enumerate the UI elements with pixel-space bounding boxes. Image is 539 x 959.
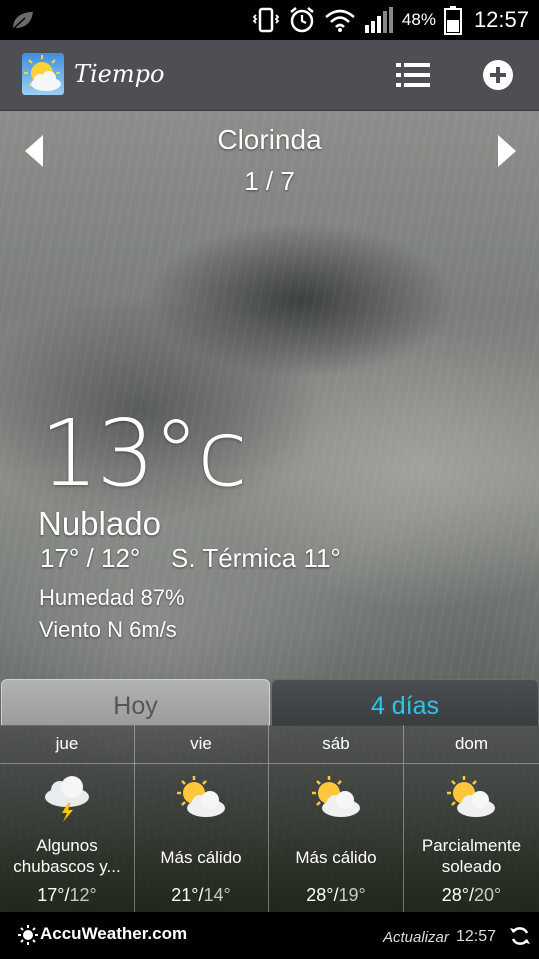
partly-sunny-icon: [447, 776, 495, 817]
thunderstorm-cloud-icon: [45, 776, 89, 822]
signal-icon: [364, 7, 393, 33]
current-condition: Nublado: [38, 505, 161, 542]
feels-like: S. Térmica 11°: [171, 543, 341, 573]
current-temperature: 13°c: [40, 400, 248, 507]
forecast-day[interactable]: dom Parcialmente soleado 28°/20°: [404, 725, 539, 912]
status-time: 12:57: [473, 7, 529, 32]
forecast-day-name: sáb: [269, 725, 403, 764]
app-sun-cloud-icon[interactable]: [22, 53, 64, 95]
battery-percent: 48%: [401, 10, 436, 29]
add-icon[interactable]: [482, 59, 514, 91]
city-name: Clorinda: [217, 124, 322, 155]
footer-bar: AccuWeather.com Actualizar 12:57: [0, 912, 539, 959]
accuweather-logo[interactable]: AccuWeather.com: [40, 924, 187, 944]
status-bar: 48% 12:57: [0, 0, 539, 40]
forecast-description: Más cálido: [160, 848, 242, 867]
leaf-icon: [12, 12, 33, 30]
forecast-temps: 28°/20°: [441, 885, 502, 905]
forecast-description: Algunos chubascos y...: [13, 836, 121, 876]
vibrate-icon: [252, 7, 280, 33]
accuweather-sun-icon: [18, 925, 38, 945]
current-minmax: 17° / 12°: [40, 543, 141, 573]
partly-sunny-icon: [312, 776, 360, 817]
forecast-description: Más cálido: [295, 848, 377, 867]
forecast-day-name: jue: [0, 725, 134, 764]
forecast-day[interactable]: sáb Más cálido 28°/19°: [269, 725, 404, 912]
tab-today[interactable]: Hoy: [1, 679, 270, 726]
forecast-day[interactable]: jue Algunos chubascos y... 17°/12°: [0, 725, 135, 912]
action-bar: Tiempo: [0, 40, 539, 111]
refresh-icon[interactable]: [509, 925, 531, 947]
battery-icon: [443, 6, 462, 35]
forecast-day-name: dom: [404, 725, 539, 764]
list-icon[interactable]: [394, 60, 432, 90]
wind: Viento N 6m/s: [39, 617, 177, 642]
alarm-icon: [290, 7, 314, 33]
forecast-temps: 17°/12°: [37, 885, 97, 905]
forecast-day[interactable]: vie Más cálido 21°/14°: [134, 725, 269, 912]
forecast-temps: 21°/14°: [171, 885, 231, 905]
wifi-icon: [325, 9, 355, 32]
forecast-day-name: vie: [134, 725, 268, 764]
app-title: Tiempo: [74, 60, 165, 88]
tab-four-days[interactable]: 4 días: [271, 679, 539, 726]
forecast-temps: 28°/19°: [306, 885, 366, 905]
update-label: Actualizar: [383, 929, 449, 946]
partly-sunny-icon: [177, 776, 225, 817]
forecast-panel: jue Algunos chubascos y... 17°/12° vie M…: [0, 725, 539, 912]
humidity: Humedad 87%: [39, 585, 185, 610]
update-time: 12:57: [456, 928, 497, 945]
location-pager: 1 / 7: [244, 166, 295, 196]
forecast-description: Parcialmente soleado: [421, 836, 522, 876]
